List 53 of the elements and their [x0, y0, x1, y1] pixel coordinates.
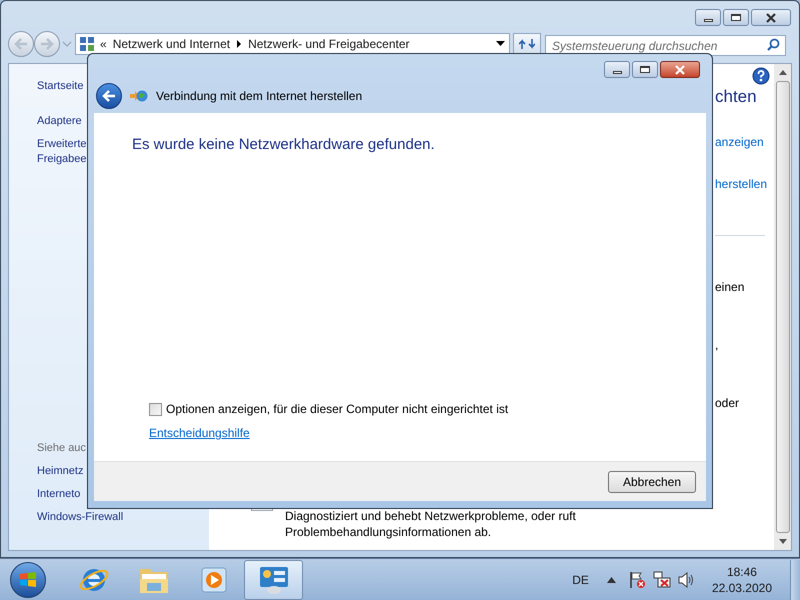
back-arrow-icon: [14, 38, 28, 50]
maximize-button[interactable]: [723, 9, 749, 26]
address-bar[interactable]: « Netzwerk und Internet Netzwerk- und Freigabecenter: [75, 33, 510, 55]
language-indicator[interactable]: DE: [572, 570, 589, 588]
option-checkbox[interactable]: [149, 402, 162, 416]
task-link[interactable]: herstellen: [715, 177, 774, 191]
flag-icon[interactable]: [628, 570, 646, 588]
breadcrumb-arrow-icon[interactable]: [236, 40, 242, 48]
network-globe-icon: [130, 88, 148, 102]
task-description: Diagnostiziert und behebt Netzwerkprobleme, oder ruft Problembehandlungsinformationen ab.: [285, 508, 577, 540]
close-button[interactable]: [751, 9, 791, 26]
media-player-icon: [198, 564, 228, 594]
scroll-up-icon[interactable]: [778, 70, 786, 75]
help-icon[interactable]: [752, 67, 770, 85]
scrollbar[interactable]: [774, 64, 791, 550]
search-icon[interactable]: [767, 38, 780, 50]
setting-text: einen: [715, 280, 746, 294]
control-panel-icon: [80, 37, 94, 51]
breadcrumb-item[interactable]: Netzwerk und Internet: [112, 35, 230, 53]
forward-arrow-icon: [40, 38, 54, 50]
minimize-button[interactable]: [604, 61, 630, 78]
scroll-down-icon[interactable]: [778, 539, 786, 544]
refresh-button[interactable]: [513, 33, 541, 55]
control-panel-icon: [258, 564, 290, 594]
setting-text: oder: [715, 396, 740, 410]
dialog-heading: Es wurde keine Netzwerkhardware gefunden.: [132, 135, 436, 155]
cancel-button[interactable]: Abbrechen: [608, 470, 696, 492]
network-icon[interactable]: [652, 570, 672, 588]
help-link[interactable]: Entscheidungshilfe: [149, 424, 250, 442]
minimize-button[interactable]: [695, 9, 721, 26]
start-button[interactable]: [10, 562, 46, 598]
refresh-icon: [519, 38, 535, 50]
close-icon: [765, 12, 777, 22]
taskbar-button[interactable]: [244, 560, 303, 600]
setting-text: ,: [715, 338, 720, 352]
page-heading: chten: [715, 87, 758, 107]
close-button[interactable]: [660, 61, 700, 78]
show-hidden-icons-caret[interactable]: [606, 576, 616, 582]
see-also-link[interactable]: Windows-Firewall: [37, 510, 209, 525]
clock[interactable]: 18:46 22.03.2020: [712, 564, 772, 596]
maximize-button[interactable]: [632, 61, 658, 78]
dialog-title: Verbindung mit dem Internet herstellen: [156, 88, 362, 104]
dropdown-caret-icon[interactable]: [496, 41, 505, 47]
close-icon: [674, 64, 686, 74]
task-link[interactable]: anzeigen: [715, 135, 774, 149]
see-also-heading: Siehe auc: [37, 441, 87, 456]
breadcrumb-item[interactable]: Netzwerk- und Freigabecenter: [248, 35, 410, 53]
windows-logo-icon: [19, 572, 37, 588]
overflow-chevron[interactable]: «: [100, 35, 107, 53]
back-button[interactable]: [96, 82, 122, 108]
option-label[interactable]: Optionen anzeigen, für die dieser Computer nicht eingerichtet ist: [166, 400, 508, 418]
speaker-icon[interactable]: [678, 572, 696, 588]
back-arrow-icon: [102, 90, 116, 102]
